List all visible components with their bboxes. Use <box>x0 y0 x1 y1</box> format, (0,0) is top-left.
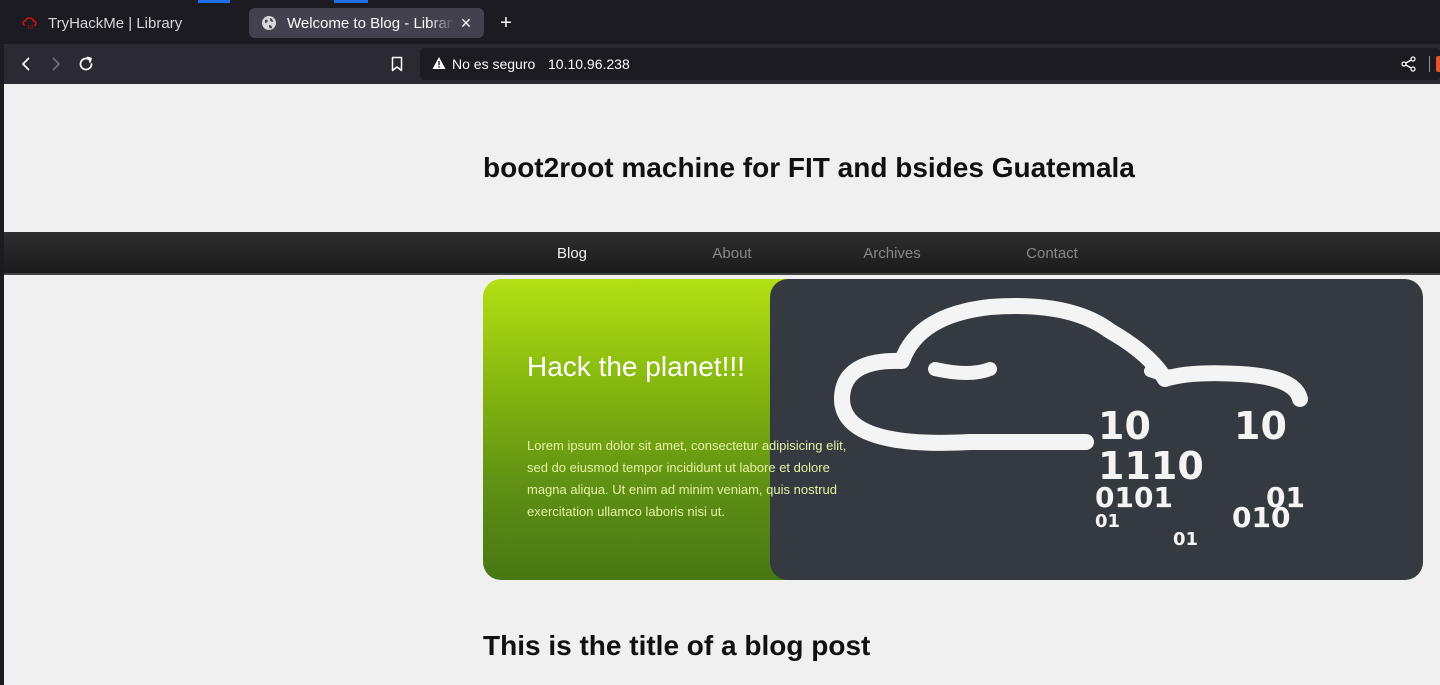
tab-title: Welcome to Blog - Library <box>287 14 454 32</box>
url-text[interactable]: 10.10.96.238 <box>548 56 630 72</box>
bookmark-button[interactable] <box>385 52 409 76</box>
security-label[interactable]: No es seguro <box>452 56 535 72</box>
address-bar[interactable]: No es seguro 10.10.96.238 <box>420 48 1440 80</box>
tryhackme-icon: 10 <box>22 15 38 31</box>
navigation-bar: No es seguro 10.10.96.238 <box>4 44 1440 84</box>
forward-button[interactable] <box>44 52 68 76</box>
back-button[interactable] <box>14 52 38 76</box>
globe-icon <box>261 15 277 31</box>
binary-digits: 010 <box>1232 501 1290 534</box>
tab-blog[interactable]: Welcome to Blog - Library ✕ <box>249 8 484 38</box>
cloud-binary-icon: 10 10 1110 0101 01 01 010 01 <box>834 298 1308 550</box>
tab-indicator <box>334 0 368 3</box>
cloud-binary-image: 10 10 1110 0101 01 01 010 01 <box>770 279 1423 580</box>
binary-digits: 01 <box>1095 511 1120 532</box>
url-separator <box>1429 56 1430 72</box>
svg-text:10: 10 <box>27 25 33 31</box>
share-icon[interactable] <box>1400 55 1418 73</box>
menu-item-contact[interactable]: Contact <box>972 245 1132 262</box>
post-title[interactable]: This is the title of a blog post <box>483 630 870 662</box>
site-menu: Blog About Archives Contact <box>4 232 1440 275</box>
hero-heading: Hack the planet!!! <box>527 351 745 382</box>
reload-button[interactable] <box>74 52 98 76</box>
hero-text: Lorem ipsum dolor sit amet, consectetur … <box>527 438 847 519</box>
tab-indicator <box>198 0 230 3</box>
extension-icon[interactable] <box>1436 56 1440 72</box>
reload-icon <box>79 56 93 71</box>
tab-title: TryHackMe | Library <box>48 14 183 32</box>
hero-banner: 10 10 1110 0101 01 01 010 01 Hack the pl… <box>483 279 1423 580</box>
site-title: boot2root machine for FIT and bsides Gua… <box>483 152 1135 183</box>
forward-arrow-icon <box>52 57 60 71</box>
bookmark-icon <box>391 56 403 72</box>
tab-tryhackme[interactable]: 10 TryHackMe | Library <box>18 8 238 38</box>
binary-digits: 01 <box>1173 529 1198 550</box>
binary-digits: 0101 <box>1095 481 1173 514</box>
close-tab-icon[interactable]: ✕ <box>454 11 478 35</box>
binary-digits: 10 <box>1098 404 1151 448</box>
new-tab-button[interactable]: + <box>494 11 518 35</box>
menu-item-about[interactable]: About <box>652 245 812 262</box>
tab-bar: 10 TryHackMe | Library Welcome to Blog -… <box>0 0 1440 44</box>
web-page: boot2root machine for FIT and bsides Gua… <box>4 84 1440 685</box>
warning-icon[interactable] <box>432 56 446 75</box>
back-arrow-icon <box>22 57 30 71</box>
menu-item-archives[interactable]: Archives <box>812 245 972 262</box>
menu-item-blog[interactable]: Blog <box>492 245 652 262</box>
binary-digits: 10 <box>1234 404 1287 448</box>
